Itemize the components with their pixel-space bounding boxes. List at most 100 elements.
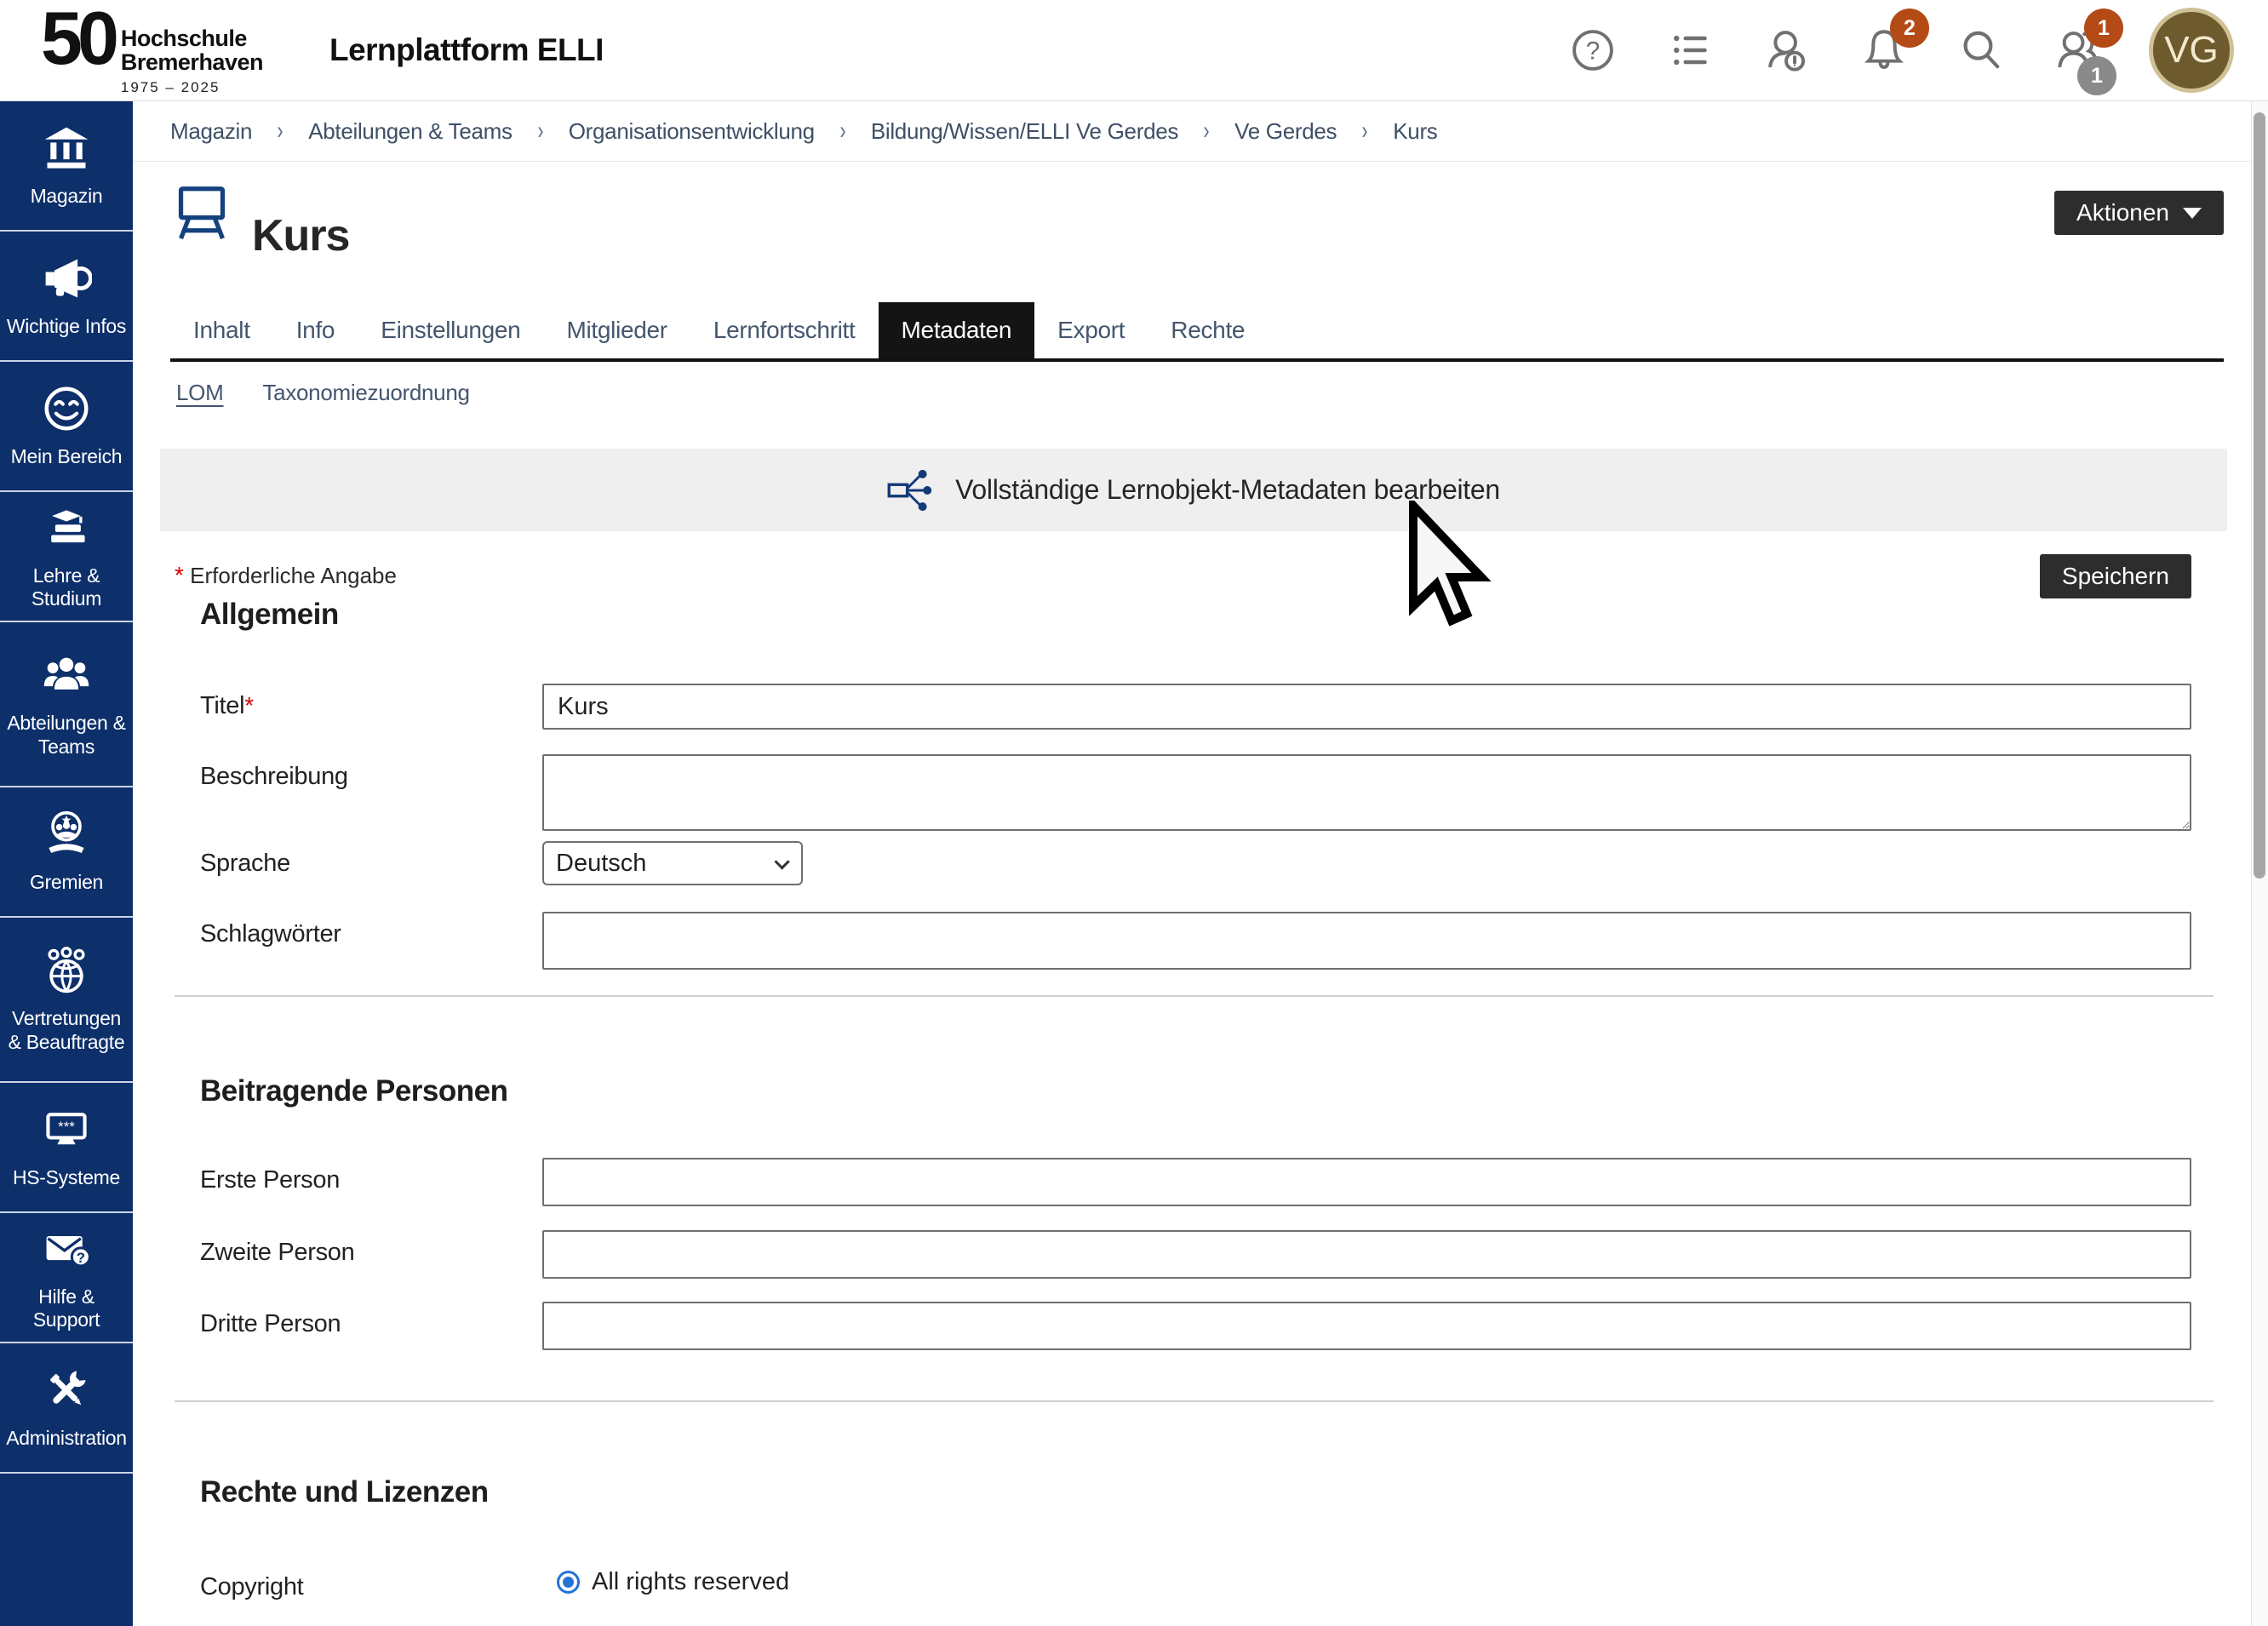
logo-name-line1: Hochschule (121, 26, 263, 50)
section-title-allgemein: Allgemein (200, 598, 339, 632)
sidebar-item-mein-bereich[interactable]: Mein Bereich (0, 362, 133, 492)
erste-person-label: Erste Person (200, 1158, 542, 1194)
contacts-badge-primary: 1 (2084, 9, 2123, 48)
svg-text:?: ? (1586, 37, 1601, 66)
titel-input[interactable] (542, 684, 2191, 730)
users-icon[interactable]: 1 1 (2052, 24, 2105, 77)
top-header: 50 Hochschule Bremerhaven 1975 – 2025 Le… (0, 0, 2268, 101)
schlagwoerter-label: Schlagwörter (200, 912, 542, 948)
tab-export[interactable]: Export (1034, 302, 1148, 358)
schlagwoerter-row: Schlagwörter (200, 912, 2191, 970)
chevron-right-icon: › (839, 117, 845, 146)
vertical-scrollbar-thumb[interactable] (2254, 112, 2265, 879)
allgemein-rows: Titel* Beschreibung Sprache Deutsch Schl… (200, 684, 2191, 970)
sidebar-item-vertretungen[interactable]: Vertretungen & Beauftragte (0, 918, 133, 1083)
bell-icon[interactable]: 2 (1858, 24, 1910, 77)
titel-label: Titel* (200, 684, 542, 720)
zweite-person-input[interactable] (542, 1230, 2191, 1279)
avatar[interactable]: VG (2149, 8, 2234, 93)
breadcrumb-abteilungen-teams[interactable]: Abteilungen & Teams (308, 118, 513, 145)
vertical-scrollbar-track[interactable] (2251, 101, 2268, 1626)
section-title-beitragende: Beitragende Personen (200, 1074, 508, 1108)
sprache-label: Sprache (200, 841, 542, 878)
subtab-lom[interactable]: LOM (176, 380, 223, 406)
sidebar-item-magazin[interactable]: Magazin (0, 101, 133, 232)
section-divider (175, 995, 2214, 997)
schlagwoerter-input[interactable] (542, 912, 2191, 970)
banner-label: Vollständige Lernobjekt-Metadaten bearbe… (955, 474, 1500, 506)
required-asterisk: * (175, 562, 184, 588)
section-title-rechte: Rechte und Lizenzen (200, 1475, 489, 1509)
sprache-selected-value: Deutsch (556, 850, 646, 878)
sidebar-item-lehre-studium[interactable]: Lehre & Studium (0, 492, 133, 622)
breadcrumb-organisationsentwicklung[interactable]: Organisationsentwicklung (569, 118, 815, 145)
tab-lernfortschritt[interactable]: Lernfortschritt (690, 302, 879, 358)
metadata-hub-icon (887, 469, 933, 512)
dritte-person-row: Dritte Person (200, 1302, 2191, 1350)
logo-name-line2: Bremerhaven (121, 50, 263, 74)
beitragende-rows: Erste Person Zweite Person Dritte Person (200, 1158, 2191, 1350)
breadcrumb: Magazin › Abteilungen & Teams › Organisati… (133, 101, 2251, 162)
search-icon[interactable] (1955, 24, 2007, 77)
sidebar-item-gremien[interactable]: Gremien (0, 787, 133, 918)
people-group-icon (41, 650, 92, 701)
sidebar-item-hilfe-support[interactable]: ? Hilfe & Support (0, 1213, 133, 1343)
tab-inhalt[interactable]: Inhalt (170, 302, 273, 358)
help-icon[interactable]: ? (1566, 24, 1619, 77)
tab-metadaten[interactable]: Metadaten (879, 302, 1035, 358)
breadcrumb-magazin[interactable]: Magazin (170, 118, 252, 145)
rechte-rows: Copyright All rights reserved (200, 1565, 2191, 1601)
sidebar-item-hs-systeme[interactable]: *** HS-Systeme (0, 1083, 133, 1213)
books-grad-icon (41, 502, 92, 553)
app-title: Lernplattform ELLI (329, 32, 604, 68)
sprache-select[interactable]: Deutsch (542, 841, 803, 885)
university-logo[interactable]: 50 Hochschule Bremerhaven 1975 – 2025 (41, 4, 263, 97)
breadcrumb-kurs[interactable]: Kurs (1393, 118, 1437, 145)
course-board-icon (175, 184, 229, 246)
bank-icon (41, 123, 92, 174)
erste-person-input[interactable] (542, 1158, 2191, 1206)
save-button[interactable]: Speichern (2040, 554, 2191, 598)
smiley-icon (41, 383, 92, 434)
breadcrumb-bildung-wissen[interactable]: Bildung/Wissen/ELLI Ve Gerdes (871, 118, 1178, 145)
dritte-person-label: Dritte Person (200, 1302, 542, 1338)
globe-people-icon (41, 945, 92, 996)
svg-text:?: ? (77, 1250, 85, 1266)
header-toolbar: ? 2 (1566, 8, 2234, 93)
tab-mitglieder[interactable]: Mitglieder (543, 302, 690, 358)
sidebar-item-administration[interactable]: Administration (0, 1343, 133, 1474)
subtab-taxonomiezuordnung[interactable]: Taxonomiezuordnung (262, 380, 469, 406)
edit-full-metadata-banner[interactable]: Vollständige Lernobjekt-Metadaten bearbe… (160, 449, 2227, 531)
chevron-right-icon: › (1362, 117, 1368, 146)
sidebar-item-wichtige-infos[interactable]: Wichtige Infos (0, 232, 133, 362)
subtab-bar: LOM Taxonomiezuordnung (176, 380, 470, 406)
copyright-row: Copyright All rights reserved (200, 1565, 2191, 1601)
beschreibung-label: Beschreibung (200, 754, 542, 791)
titel-row: Titel* (200, 684, 2191, 730)
screen: 50 Hochschule Bremerhaven 1975 – 2025 Le… (0, 0, 2268, 1626)
zweite-person-row: Zweite Person (200, 1230, 2191, 1279)
beschreibung-textarea[interactable] (542, 754, 2191, 831)
tab-einstellungen[interactable]: Einstellungen (358, 302, 543, 358)
breadcrumb-ve-gerdes[interactable]: Ve Gerdes (1234, 118, 1337, 145)
beschreibung-row: Beschreibung (200, 754, 2191, 835)
dritte-person-input[interactable] (542, 1302, 2191, 1350)
tab-info[interactable]: Info (273, 302, 358, 358)
user-status-icon[interactable] (1761, 24, 1813, 77)
actions-button[interactable]: Aktionen (2054, 191, 2224, 235)
notifications-badge: 2 (1890, 9, 1929, 48)
tools-icon (41, 1365, 92, 1416)
section-divider (175, 1400, 2214, 1402)
zweite-person-label: Zweite Person (200, 1230, 542, 1267)
sprache-row: Sprache Deutsch (200, 841, 2191, 885)
copyright-radio-selected[interactable] (557, 1571, 580, 1594)
logo-50: 50 (41, 4, 114, 72)
monitor-icon: *** (41, 1104, 92, 1155)
contacts-badge-secondary: 1 (2077, 56, 2116, 95)
chevron-right-icon: › (278, 117, 284, 146)
list-icon[interactable] (1664, 24, 1716, 77)
chevron-right-icon: › (537, 117, 543, 146)
sidebar: Magazin Wichtige Infos Mein Bereich Lehr… (0, 101, 133, 1626)
sidebar-item-abteilungen-teams[interactable]: Abteilungen & Teams (0, 622, 133, 787)
tab-rechte[interactable]: Rechte (1148, 302, 1268, 358)
